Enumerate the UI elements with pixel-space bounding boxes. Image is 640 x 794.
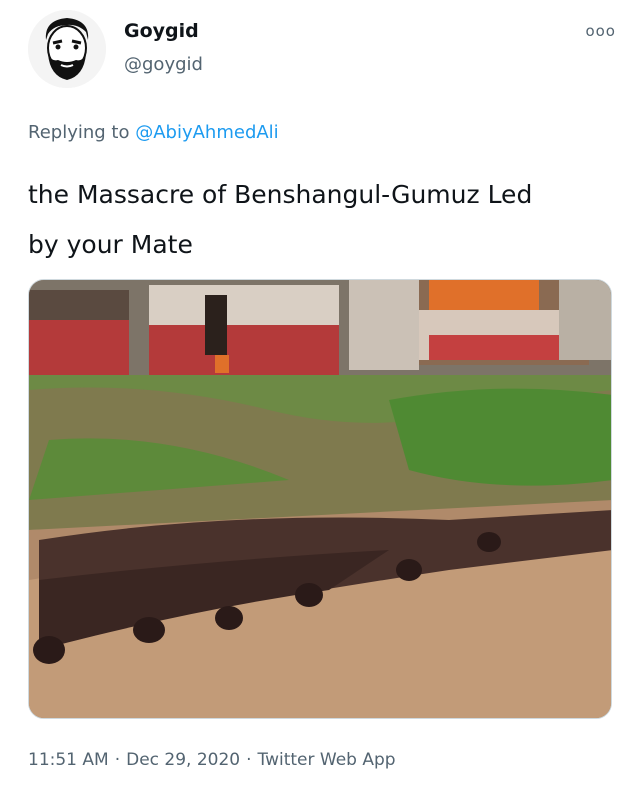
replying-to: Replying to @AbiyAhmedAli [28, 122, 279, 143]
tweet-source[interactable]: Twitter Web App [258, 750, 396, 770]
reply-mention-link[interactable]: @AbiyAhmedAli [135, 122, 278, 143]
tweet-text: the Massacre of Benshangul-Gumuz Led by … [28, 170, 618, 270]
tweet-time[interactable]: 11:51 AM [28, 750, 109, 770]
display-name[interactable]: Goygid [124, 20, 199, 42]
more-options-icon[interactable]: ooo [585, 22, 616, 40]
tweet-meta: 11:51 AM · Dec 29, 2020 · Twitter Web App [28, 750, 396, 770]
tweet-text-line: by your Mate [28, 230, 193, 259]
tweet-text-line: the Massacre of Benshangul-Gumuz Led [28, 180, 533, 209]
bearded-man-avatar-icon [28, 10, 106, 88]
meta-separator: · [246, 750, 252, 770]
meta-separator: · [114, 750, 121, 770]
avatar[interactable] [28, 10, 106, 88]
photo-icon [29, 280, 611, 718]
tweet-date[interactable]: Dec 29, 2020 [126, 750, 240, 770]
tweet-photo[interactable] [28, 279, 612, 719]
replying-to-label: Replying to [28, 122, 130, 143]
user-handle[interactable]: @goygid [124, 54, 203, 75]
